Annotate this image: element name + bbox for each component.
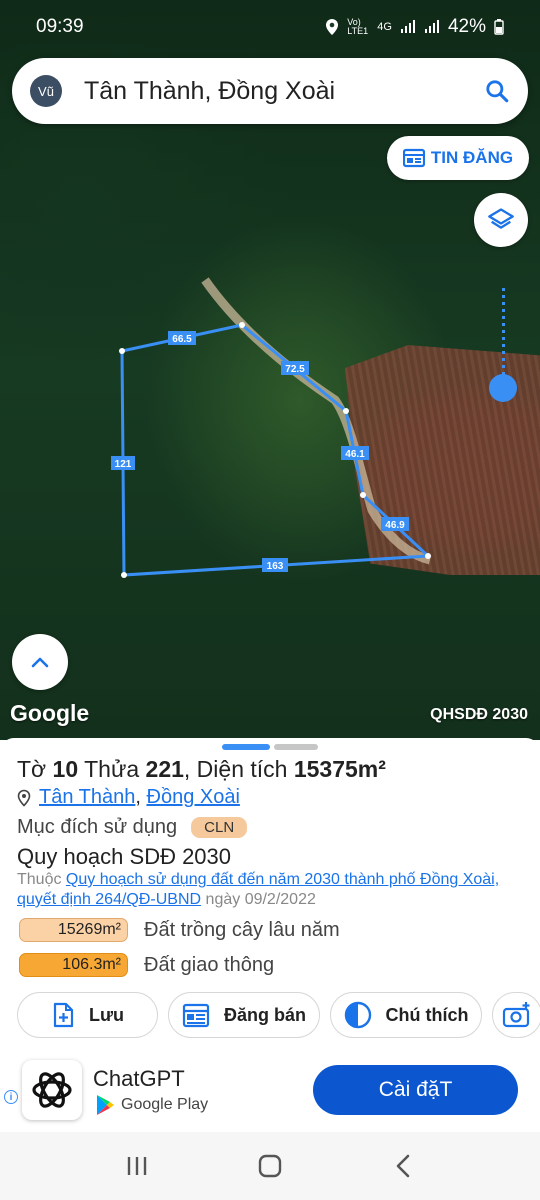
plot-vertex [119, 348, 125, 354]
parcel-info-sheet: Tờ 10 Thửa 221, Diện tích 15375m² Tân Th… [0, 738, 540, 1048]
edge-label-left: 121 [115, 459, 132, 470]
network-type: 4G [377, 21, 392, 33]
legend-row: 106.3m² Đất giao thông [19, 953, 274, 977]
tin-dang-label: TIN ĐĂNG [430, 148, 514, 167]
layers-button[interactable] [474, 193, 528, 247]
layers-icon [488, 208, 514, 229]
thua-prefix: Thửa [84, 756, 140, 782]
calendar-icon [182, 1003, 210, 1028]
plot-vertex [239, 322, 245, 328]
parcel-location: Tân Thành, Đồng Xoài [17, 786, 240, 809]
plan-date: ngày 09/2/2022 [205, 891, 316, 908]
search-bar[interactable]: Vũ Tân Thành, Đồng Xoài [12, 58, 528, 124]
recents-icon [127, 1157, 146, 1175]
status-bar: 09:39 Vo) LTE1 4G 42% [0, 0, 540, 54]
ward-link[interactable]: Tân Thành [39, 786, 135, 808]
chatgpt-logo-icon[interactable] [22, 1060, 82, 1120]
parcel-title: Tờ 10 Thửa 221, Diện tích 15375m² [17, 756, 386, 783]
map-layer-label: QHSDĐ 2030 [430, 706, 528, 723]
ad-store: Google Play [95, 1094, 208, 1116]
legend-label: Đất giao thông [144, 953, 275, 976]
google-logo: Google [10, 700, 90, 726]
sheet-page-indicator[interactable] [222, 744, 318, 750]
legend-area-chip: 15269m² [19, 918, 128, 942]
ad-info-icon[interactable]: i [4, 1090, 18, 1104]
network-label: Vo) LTE1 [347, 17, 369, 36]
save-button[interactable]: Lưu [17, 992, 158, 1038]
expand-up-button[interactable] [12, 634, 68, 690]
battery-icon [494, 19, 504, 35]
post-sale-button[interactable]: Đăng bán [168, 992, 320, 1038]
ad-banner[interactable]: i ChatGPT Google Play Cài đặT [0, 1048, 540, 1132]
status-time: 09:39 [36, 16, 84, 37]
legend-label: Đất trồng cây lâu năm [144, 918, 340, 941]
edge-label-lower: 46.9 [385, 520, 405, 531]
edge-label-road: 72.5 [285, 364, 305, 375]
page-indicator-inactive [274, 744, 318, 750]
contrast-icon [344, 1001, 371, 1029]
signal-icon-2 [424, 20, 439, 33]
city-link[interactable]: Đồng Xoài [147, 786, 240, 808]
page-indicator-active [222, 744, 270, 750]
signal-icon [400, 20, 415, 33]
opacity-slider-track[interactable] [502, 288, 505, 388]
add-photo-icon [502, 1002, 530, 1028]
action-row: Lưu Đăng bán Chú thích [17, 992, 540, 1038]
sell-label: Đăng bán [223, 1004, 306, 1025]
install-button[interactable]: Cài đặT [313, 1065, 518, 1115]
legend-row: 15269m² Đất trồng cây lâu năm [19, 918, 340, 942]
area-prefix: , Diện tích [183, 756, 288, 782]
save-label: Lưu [88, 1004, 125, 1025]
plan-description: Thuộc Quy hoạch sử dụng đất đến năm 2030… [17, 870, 527, 910]
battery-percent: 42% [447, 16, 486, 37]
to-number: 10 [52, 756, 79, 782]
plan-title: Quy hoạch SDĐ 2030 [17, 844, 232, 869]
to-prefix: Tờ [17, 756, 47, 782]
legend-area-chip: 106.3m² [19, 953, 128, 977]
edge-label-bottom: 163 [267, 561, 284, 572]
edge-label-mid: 46.1 [345, 449, 365, 460]
land-use-purpose: Mục đích sử dụng CLN [17, 816, 248, 839]
location-icon [326, 19, 339, 35]
add-file-icon [53, 1002, 74, 1028]
avatar[interactable]: Vũ [30, 75, 62, 107]
home-icon [258, 1154, 282, 1178]
purpose-badge: CLN [191, 817, 248, 838]
chevron-up-icon [31, 657, 49, 668]
legend-button[interactable]: Chú thích [330, 992, 482, 1038]
note-label: Chú thích [385, 1004, 469, 1025]
location-pin-icon [17, 789, 31, 807]
home-button[interactable] [250, 1146, 290, 1186]
tin-dang-button[interactable]: TIN ĐĂNG [387, 136, 529, 180]
plan-prefix: Thuộc [17, 871, 62, 888]
listing-icon [402, 148, 425, 168]
openai-knot-icon [32, 1072, 72, 1108]
plot-vertex [360, 492, 366, 498]
search-icon[interactable] [484, 78, 510, 104]
purpose-label: Mục đích sử dụng [17, 816, 178, 838]
opacity-slider-knob[interactable] [489, 374, 517, 402]
edge-label-top: 66.5 [172, 334, 192, 345]
plot-vertex [343, 408, 349, 414]
recent-apps-button[interactable] [117, 1146, 157, 1186]
back-button[interactable] [383, 1146, 423, 1186]
ad-app-name: ChatGPT [93, 1066, 185, 1091]
plot-vertex [425, 553, 431, 559]
thua-number: 221 [145, 756, 184, 782]
search-query[interactable]: Tân Thành, Đồng Xoài [84, 77, 484, 106]
status-icons: Vo) LTE1 4G 42% [325, 16, 504, 38]
camera-button[interactable] [492, 992, 540, 1038]
google-play-icon [97, 1095, 114, 1115]
plot-boundary[interactable] [120, 323, 432, 577]
store-name: Google Play [121, 1096, 209, 1113]
back-icon [397, 1154, 410, 1178]
system-nav-bar [0, 1132, 540, 1200]
plot-vertex [121, 572, 127, 578]
area-value: 15375m² [293, 756, 386, 782]
